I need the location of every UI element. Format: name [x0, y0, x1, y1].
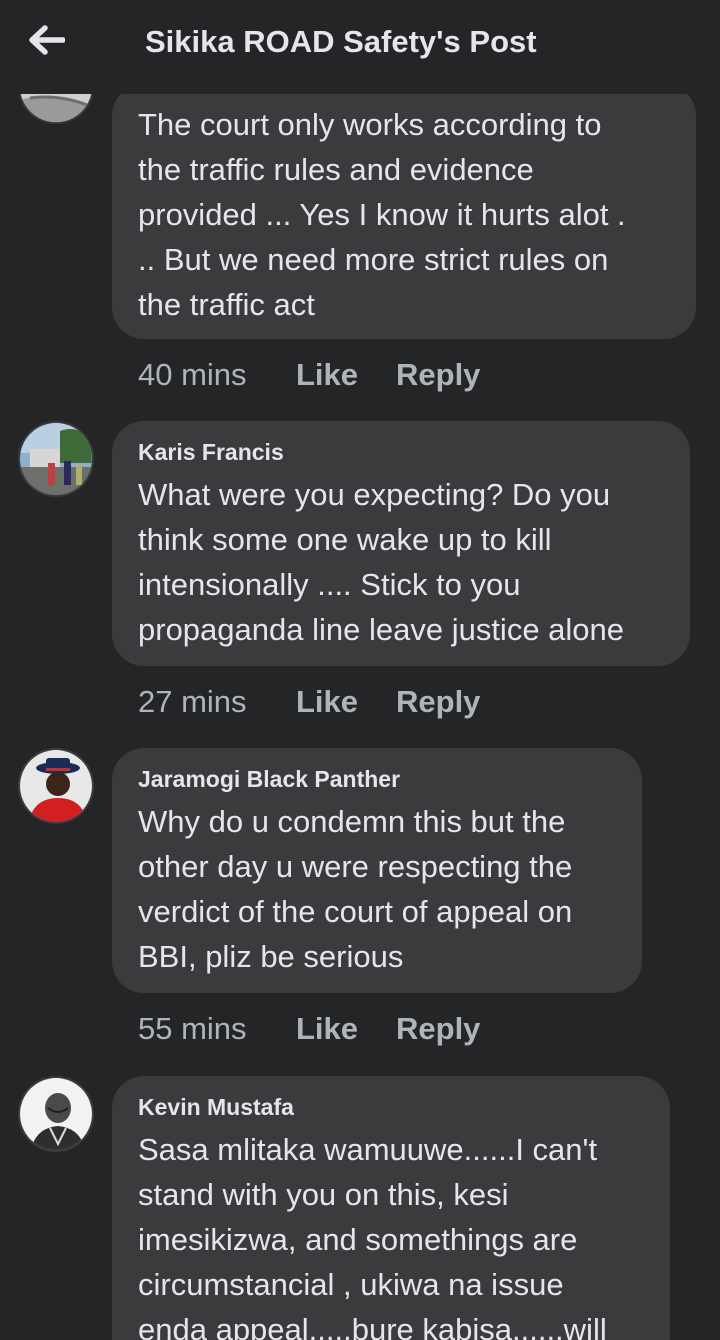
- avatar[interactable]: [18, 1076, 94, 1152]
- comment-text: The court only works according to the tr…: [138, 107, 626, 322]
- comment-author[interactable]: Karis Francis: [138, 439, 666, 466]
- comment-actions: 55 mins Like Reply: [138, 1011, 480, 1047]
- comment-bubble[interactable]: Karis Francis What were you expecting? D…: [112, 421, 690, 666]
- comment-bubble[interactable]: Jaramogi Black Panther Why do u condemn …: [112, 748, 642, 993]
- comment-item: The court only works according to the tr…: [0, 94, 720, 410]
- avatar[interactable]: [18, 421, 94, 497]
- comment-actions: 40 mins Like Reply: [138, 357, 480, 393]
- arrow-left-icon: [29, 25, 65, 55]
- like-button[interactable]: Like: [296, 1011, 396, 1047]
- comment-time: 27 mins: [138, 684, 247, 719]
- comment-item: Karis Francis What were you expecting? D…: [0, 421, 720, 721]
- comment-item: Jaramogi Black Panther Why do u condemn …: [0, 748, 720, 1048]
- comment-author[interactable]: Jaramogi Black Panther: [138, 766, 618, 793]
- avatar-image: [20, 94, 92, 122]
- avatar-image: [20, 750, 92, 822]
- comment-bubble[interactable]: Kevin Mustafa Sasa mlitaka wamuuwe......…: [112, 1076, 670, 1340]
- comment-time: 40 mins: [138, 357, 247, 392]
- reply-button[interactable]: Reply: [396, 684, 480, 720]
- page-title: Sikika ROAD Safety's Post: [145, 24, 537, 59]
- comment-text: Why do u condemn this but the other day …: [138, 804, 573, 974]
- avatar[interactable]: [18, 94, 94, 124]
- comment-bubble[interactable]: The court only works according to the tr…: [112, 94, 696, 339]
- comment-actions: 27 mins Like Reply: [138, 684, 480, 720]
- back-button[interactable]: [22, 18, 72, 62]
- comment-feed[interactable]: The court only works according to the tr…: [0, 94, 720, 1340]
- reply-button[interactable]: Reply: [396, 357, 480, 393]
- comment-time: 55 mins: [138, 1011, 247, 1046]
- top-bar: Sikika ROAD Safety's Post: [0, 0, 720, 94]
- comment-author[interactable]: Kevin Mustafa: [138, 1094, 646, 1121]
- reply-button[interactable]: Reply: [396, 1011, 480, 1047]
- avatar-image: [20, 1078, 92, 1150]
- like-button[interactable]: Like: [296, 684, 396, 720]
- comment-text: What were you expecting? Do you think so…: [138, 477, 625, 647]
- comment-item: Kevin Mustafa Sasa mlitaka wamuuwe......…: [0, 1076, 720, 1340]
- avatar[interactable]: [18, 748, 94, 824]
- comment-text: Sasa mlitaka wamuuwe......I can't stand …: [138, 1132, 607, 1340]
- like-button[interactable]: Like: [296, 357, 396, 393]
- app-window: Sikika ROAD Safety's Post The court only…: [0, 0, 720, 1340]
- avatar-image: [20, 423, 92, 495]
